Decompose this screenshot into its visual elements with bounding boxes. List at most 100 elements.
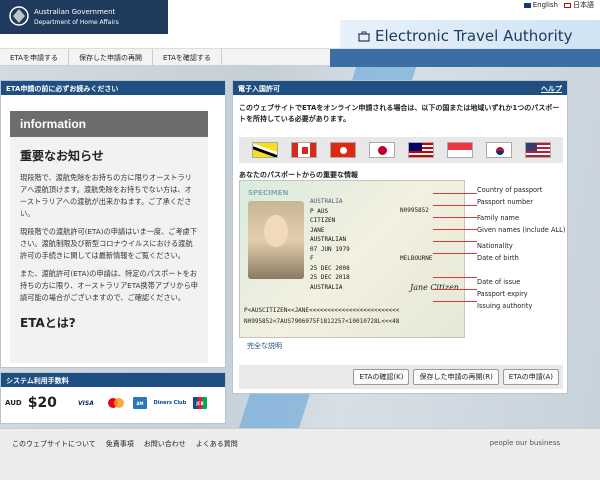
apply-eta-button[interactable]: ETAの申請(A) xyxy=(502,369,559,385)
label-nationality: Nationality xyxy=(477,242,513,250)
leader-line xyxy=(433,241,477,242)
nav-check-eta[interactable]: ETAを確認する xyxy=(153,49,222,65)
fee-panel-title: システム利用手数料 xyxy=(6,377,69,385)
info-title: information xyxy=(10,111,208,137)
leader-line xyxy=(433,277,477,278)
pp-expiry: 25 DEC 2018 xyxy=(310,274,350,281)
pp-dob: 07 JUN 1979 xyxy=(310,245,350,253)
app-title: Electronic Travel Authority xyxy=(358,27,573,45)
passport-signature: Jane Citizen xyxy=(410,283,459,292)
leader-line xyxy=(433,229,477,230)
app-title-text: Electronic Travel Authority xyxy=(375,27,573,45)
site-header: Australian Government Department of Home… xyxy=(0,0,600,48)
passport-fields: AUSTRALIA P AUS CITIZEN JANE AUSTRALIAN … xyxy=(310,197,350,292)
passport-right-fields: N0995852 MELBOURNE xyxy=(400,197,433,263)
check-eta-button[interactable]: ETAの確認(K) xyxy=(353,369,410,385)
eligible-flags xyxy=(239,137,563,163)
main-nav: ETAを申請する 保存した申請の再開 ETAを確認する xyxy=(0,48,600,67)
eta-panel-header: 電子入国許可 ヘルプ xyxy=(233,81,567,95)
footer-faq-link[interactable]: よくある質問 xyxy=(196,439,238,449)
label-family-name: Family name xyxy=(477,214,520,222)
passport-info-label: あなたのパスポートからの重要な情報 xyxy=(239,171,358,179)
full-explanation-link[interactable]: 完全な説明 xyxy=(247,341,282,351)
japan-flag-icon xyxy=(368,142,395,158)
mrz-line-2: N0995852<7AUS7906075F1812257<10010728L<<… xyxy=(244,318,400,325)
information-box[interactable]: information 重要なお知らせ 現段階で、渡航免除をお持ちの方に限りオー… xyxy=(10,111,208,363)
action-bar: ETAの確認(K) 保存した申請の再開(R) ETAの申請(A) xyxy=(239,365,563,389)
nav-resume-application[interactable]: 保存した申請の再開 xyxy=(69,49,153,65)
briefcase-icon xyxy=(358,31,370,42)
mrz-line-1: P<AUSCITIZEN<<JANE<<<<<<<<<<<<<<<<<<<<<<… xyxy=(244,307,400,314)
label-country-of-passport: Country of passport xyxy=(477,186,543,194)
eligibility-text: このウェブサイトでETAをオンライン申請される場合は、以下の国または地域いずれか… xyxy=(239,104,560,123)
site-footer: このウェブサイトについて 免責事項 お問い合わせ よくある質問 people o… xyxy=(0,428,600,480)
currency-label: AUD xyxy=(5,399,22,407)
diners-club-icon: Diners Club xyxy=(153,400,187,406)
label-date-of-birth: Date of birth xyxy=(477,254,519,262)
leader-line xyxy=(433,193,477,194)
jcb-icon: JCB xyxy=(192,397,207,409)
passport-specimen-label: SPECIMEN xyxy=(248,189,289,197)
canada-flag-icon xyxy=(290,142,317,158)
leader-line xyxy=(433,205,477,206)
footer-links: このウェブサイトについて 免責事項 お問い合わせ よくある質問 xyxy=(12,439,238,449)
fee-panel-header: システム利用手数料 xyxy=(1,373,225,387)
read-before-panel: ETA申請の前に必ずお読みください information 重要なお知らせ 現段… xyxy=(0,80,226,368)
label-issuing-authority: Issuing authority xyxy=(477,302,533,310)
pp-type: P AUS xyxy=(310,207,329,215)
pp-doc-number: N0995852 xyxy=(400,207,429,214)
leader-line xyxy=(433,289,477,290)
nav-accent-bar xyxy=(330,49,600,67)
hong-kong-flag-icon xyxy=(329,142,356,158)
department-name: Department of Home Affairs xyxy=(34,19,119,26)
pp-sex: F xyxy=(310,255,314,262)
pp-country: AUSTRALIA xyxy=(310,198,343,205)
fee-panel: システム利用手数料 AUD $20 VISA AM Diners Club JC… xyxy=(0,372,226,424)
help-link[interactable]: ヘルプ xyxy=(541,84,562,93)
leader-line xyxy=(433,253,477,254)
usa-flag-icon xyxy=(524,142,551,158)
footer-about-link[interactable]: このウェブサイトについて xyxy=(12,439,96,449)
pp-authority: AUSTRALIA xyxy=(310,283,343,291)
amex-icon: AM xyxy=(132,397,147,409)
singapore-flag-icon xyxy=(446,142,473,158)
government-logo[interactable]: Australian Government Department of Home… xyxy=(0,0,168,34)
japan-flag-icon xyxy=(564,2,571,8)
notice-heading: 重要なお知らせ xyxy=(20,149,104,163)
lang-japanese-link[interactable]: 日本語 xyxy=(564,0,594,10)
malaysia-flag-icon xyxy=(407,142,434,158)
panel-title: ETA申請の前に必ずお読みください xyxy=(6,85,119,93)
passport-photo xyxy=(248,201,304,279)
passport-mrz: P<AUSCITIZEN<<JANE<<<<<<<<<<<<<<<<<<<<<<… xyxy=(244,305,399,327)
korea-flag-icon xyxy=(485,142,512,158)
label-given-names: Given names (include ALL) xyxy=(477,226,566,234)
passport-field-labels: Country of passport Passport number Fami… xyxy=(477,184,565,312)
label-passport-expiry: Passport expiry xyxy=(477,290,528,298)
panel-header: ETA申請の前に必ずお読みください xyxy=(1,81,225,95)
what-is-eta-heading: ETAとは? xyxy=(20,316,76,330)
lang-japanese-label: 日本語 xyxy=(573,1,594,9)
notice-paragraph-1: 現段階で、渡航免除をお持ちの方に限りオーストラリアへ渡航頂けます。渡航免除をお持… xyxy=(20,173,192,218)
footer-disclaimer-link[interactable]: 免責事項 xyxy=(106,439,134,449)
notice-paragraph-2: 現段階での渡航許可(ETA)の申請はいま一度、ご考慮下さい。渡航制限及び新型コロ… xyxy=(20,227,198,260)
label-date-of-issue: Date of issue xyxy=(477,278,521,286)
eta-panel-title: 電子入国許可 xyxy=(238,85,280,93)
gov-name: Australian Government xyxy=(34,8,116,16)
lang-english-link[interactable]: English xyxy=(523,1,558,9)
resume-application-button[interactable]: 保存した申請の再開(R) xyxy=(413,369,499,385)
footer-contact-link[interactable]: お問い合わせ xyxy=(144,439,186,449)
sample-passport: SPECIMEN AUSTRALIA P AUS CITIZEN JANE AU… xyxy=(239,180,465,338)
eta-panel: 電子入国許可 ヘルプ このウェブサイトでETAをオンライン申請される場合は、以下… xyxy=(232,80,568,394)
mastercard-icon xyxy=(105,397,127,409)
pp-given: JANE xyxy=(310,226,325,234)
visa-icon: VISA xyxy=(78,399,94,407)
pp-place-of-birth: MELBOURNE xyxy=(400,254,433,262)
pp-issue: 25 DEC 2008 xyxy=(310,264,350,272)
footer-tagline: people our business xyxy=(489,439,560,447)
leader-line xyxy=(433,217,477,218)
leader-line xyxy=(433,301,477,302)
uk-flag-icon xyxy=(523,2,531,8)
lang-english-label: English xyxy=(532,1,558,9)
nav-apply-eta[interactable]: ETAを申請する xyxy=(0,49,69,65)
fee-amount: $20 xyxy=(27,395,57,411)
